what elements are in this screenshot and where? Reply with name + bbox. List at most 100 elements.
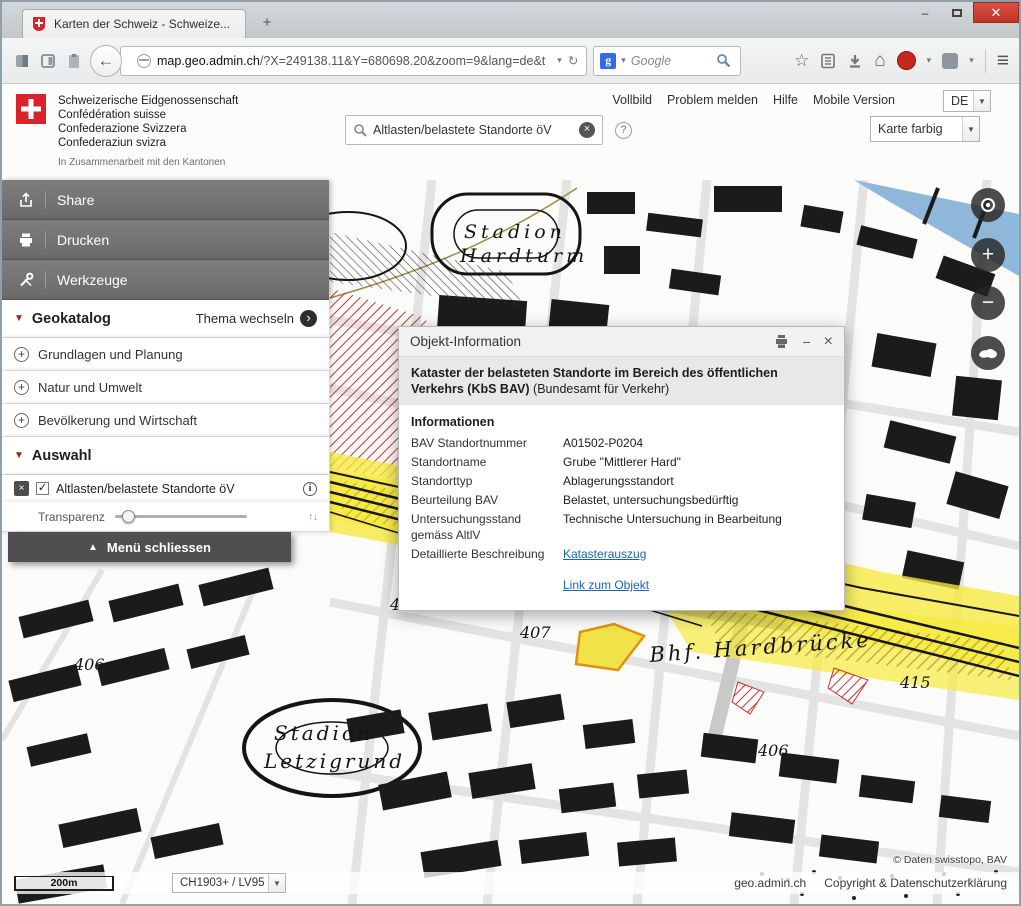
close-menu-label: Menü schliessen — [107, 540, 211, 555]
geolocate-button[interactable] — [971, 188, 1005, 222]
popup-body: Informationen BAV Standortnummer A01502-… — [399, 405, 844, 610]
catalog-item-grundlagen[interactable]: + Grundlagen und Planung — [2, 338, 329, 371]
map-search-input[interactable] — [373, 123, 573, 137]
popup-source-banner: Kataster der belasteten Standorte im Ber… — [399, 357, 844, 405]
popup-header[interactable]: Objekt-Information − × — [399, 327, 844, 357]
link-mobile-version[interactable]: Mobile Version — [813, 93, 895, 107]
catalog-label: Bevölkerung und Wirtschaft — [38, 413, 197, 428]
close-menu-button[interactable]: ▲ Menü schliessen — [8, 532, 291, 562]
zoom-in-button[interactable]: + — [971, 238, 1005, 272]
auswahl-expand-icon[interactable]: ▼ — [14, 450, 24, 461]
addon-icon[interactable] — [942, 53, 958, 69]
link-vollbild[interactable]: Vollbild — [612, 93, 652, 107]
back-button[interactable]: ← — [90, 45, 122, 77]
menu-icon[interactable]: ≡ — [997, 49, 1009, 73]
map-style-value: Karte farbig — [878, 122, 943, 136]
info-row-beurteilung: Beurteilung BAV Belastet, untersuchungsb… — [411, 492, 832, 508]
extension-icon-1[interactable] — [12, 51, 32, 71]
adblock-icon[interactable] — [897, 51, 916, 70]
browser-search-input[interactable] — [631, 54, 711, 68]
transparency-slider[interactable] — [115, 515, 247, 518]
expand-plus-icon[interactable]: + — [14, 413, 29, 428]
map-label-hardturm-2: Hardturm — [459, 245, 588, 267]
catalog-item-natur[interactable]: + Natur und Umwelt — [2, 371, 329, 404]
url-bar[interactable]: map.geo.admin.ch/?X=249138.11&Y=680698.2… — [120, 46, 587, 76]
map-footer-bar: 200m CH1903+ / LV95 ▼ geo.admin.ch Copyr… — [2, 872, 1019, 894]
projection-caret-icon: ▼ — [268, 874, 285, 892]
logo-line-2: Confédération suisse — [58, 108, 238, 122]
geoadmin-link[interactable]: geo.admin.ch — [734, 876, 806, 890]
katasterauszug-link[interactable]: Katasterauszug — [563, 546, 646, 562]
browser-tab[interactable]: Karten der Schweiz - Schweize... — [22, 9, 246, 38]
addon-caret-icon[interactable]: ▾ — [969, 55, 974, 66]
transparency-slider-knob[interactable] — [122, 510, 135, 523]
clear-search-icon[interactable]: × — [579, 122, 595, 138]
map-style-select[interactable]: Karte farbig ▼ — [870, 116, 980, 142]
popup-source-normal: (Bundesamt für Verkehr) — [533, 382, 669, 396]
titlebar[interactable]: Karten der Schweiz - Schweize... + – ✕ — [2, 2, 1019, 38]
info-label: Beurteilung BAV — [411, 492, 563, 508]
layer-info-icon[interactable]: i — [303, 482, 317, 496]
layer-label: Altlasten/belastete Standorte öV — [56, 482, 296, 496]
browser-window: Karten der Schweiz - Schweize... + – ✕ ←… — [0, 0, 1021, 906]
language-select[interactable]: DE ▼ — [943, 90, 991, 112]
map-label-406-left: 406 — [73, 655, 105, 674]
catalog-item-bevoelkerung[interactable]: + Bevölkerung und Wirtschaft — [2, 404, 329, 437]
menu-divider — [45, 191, 46, 209]
auswahl-header[interactable]: ▼ Auswahl — [2, 437, 329, 475]
minimize-button[interactable]: – — [909, 2, 941, 23]
tab-title: Karten der Schweiz - Schweize... — [54, 17, 230, 31]
map-attribution[interactable]: © Daten swisstopo, BAV — [893, 854, 1007, 866]
projection-select[interactable]: CH1903+ / LV95 ▼ — [172, 873, 286, 893]
map-label-406-right: 406 — [757, 741, 789, 760]
browser-search-bar[interactable]: g ▾ — [593, 46, 741, 76]
search-engine-caret-icon[interactable]: ▾ — [621, 55, 626, 66]
copyright-link[interactable]: Copyright & Datenschutzerklärung — [824, 876, 1007, 890]
share-icon — [18, 192, 34, 208]
link-zum-objekt[interactable]: Link zum Objekt — [563, 578, 649, 592]
language-caret-icon: ▼ — [973, 91, 990, 111]
popup-print-icon[interactable] — [774, 334, 789, 349]
extension-icon-3[interactable] — [64, 51, 84, 71]
popup-minimize-icon[interactable]: − — [802, 334, 810, 350]
link-hilfe[interactable]: Hilfe — [773, 93, 798, 107]
bookmark-star-icon[interactable]: ☆ — [794, 51, 809, 71]
map-label-hardturm-1: Stadion — [464, 221, 566, 243]
info-label: Untersuchungsstand gemäss AltlV — [411, 511, 563, 543]
expand-plus-icon[interactable]: + — [14, 347, 29, 362]
maximize-button[interactable] — [941, 2, 973, 23]
change-theme-link[interactable]: Thema wechseln › — [196, 310, 317, 327]
map-search-field[interactable]: × — [345, 115, 603, 145]
extension-icon-2[interactable] — [38, 51, 58, 71]
logo-line-3: Confederazione Svizzera — [58, 122, 238, 136]
zoom-out-button[interactable]: − — [971, 286, 1005, 320]
geokatalog-expand-icon[interactable]: ▼ — [14, 313, 24, 324]
sidebar-item-werkzeuge[interactable]: Werkzeuge — [2, 260, 329, 300]
home-icon[interactable]: ⌂ — [874, 50, 885, 72]
zoom-to-extent-button[interactable] — [971, 336, 1005, 370]
link-problem-melden[interactable]: Problem melden — [667, 93, 758, 107]
reload-icon[interactable]: ↻ — [568, 53, 578, 68]
layer-checkbox[interactable]: ✓ — [36, 482, 49, 495]
sidebar-item-share[interactable]: Share — [2, 180, 329, 220]
layer-reorder-icon[interactable]: ↑↓ — [308, 511, 317, 523]
info-value: Grube "Mittlerer Hard" — [563, 454, 681, 470]
info-value: A01502-P0204 — [563, 435, 643, 451]
url-dropdown-icon[interactable]: ▾ — [557, 55, 562, 66]
close-button[interactable]: ✕ — [973, 2, 1019, 23]
new-tab-button[interactable]: + — [254, 14, 280, 33]
adblock-caret-icon[interactable]: ▾ — [927, 55, 932, 66]
info-row-beschreibung: Detaillierte Beschreibung Katasterauszug — [411, 546, 832, 562]
bookmarks-panel-icon[interactable] — [820, 53, 836, 69]
window-controls: – ✕ — [909, 2, 1019, 23]
sidebar-item-drucken[interactable]: Drucken — [2, 220, 329, 260]
expand-plus-icon[interactable]: + — [14, 380, 29, 395]
remove-layer-icon[interactable]: × — [14, 481, 29, 496]
search-help-icon[interactable]: ? — [615, 122, 632, 139]
search-go-icon[interactable] — [716, 53, 731, 68]
popup-close-icon[interactable]: × — [824, 333, 833, 351]
downloads-icon[interactable] — [847, 53, 863, 69]
sidebar: Share Drucken Werkzeuge ▼ Geokatalog The… — [2, 180, 329, 562]
info-value: Technische Untersuchung in Bearbeitung — [563, 511, 782, 543]
geokatalog-header[interactable]: ▼ Geokatalog Thema wechseln › — [2, 300, 329, 338]
